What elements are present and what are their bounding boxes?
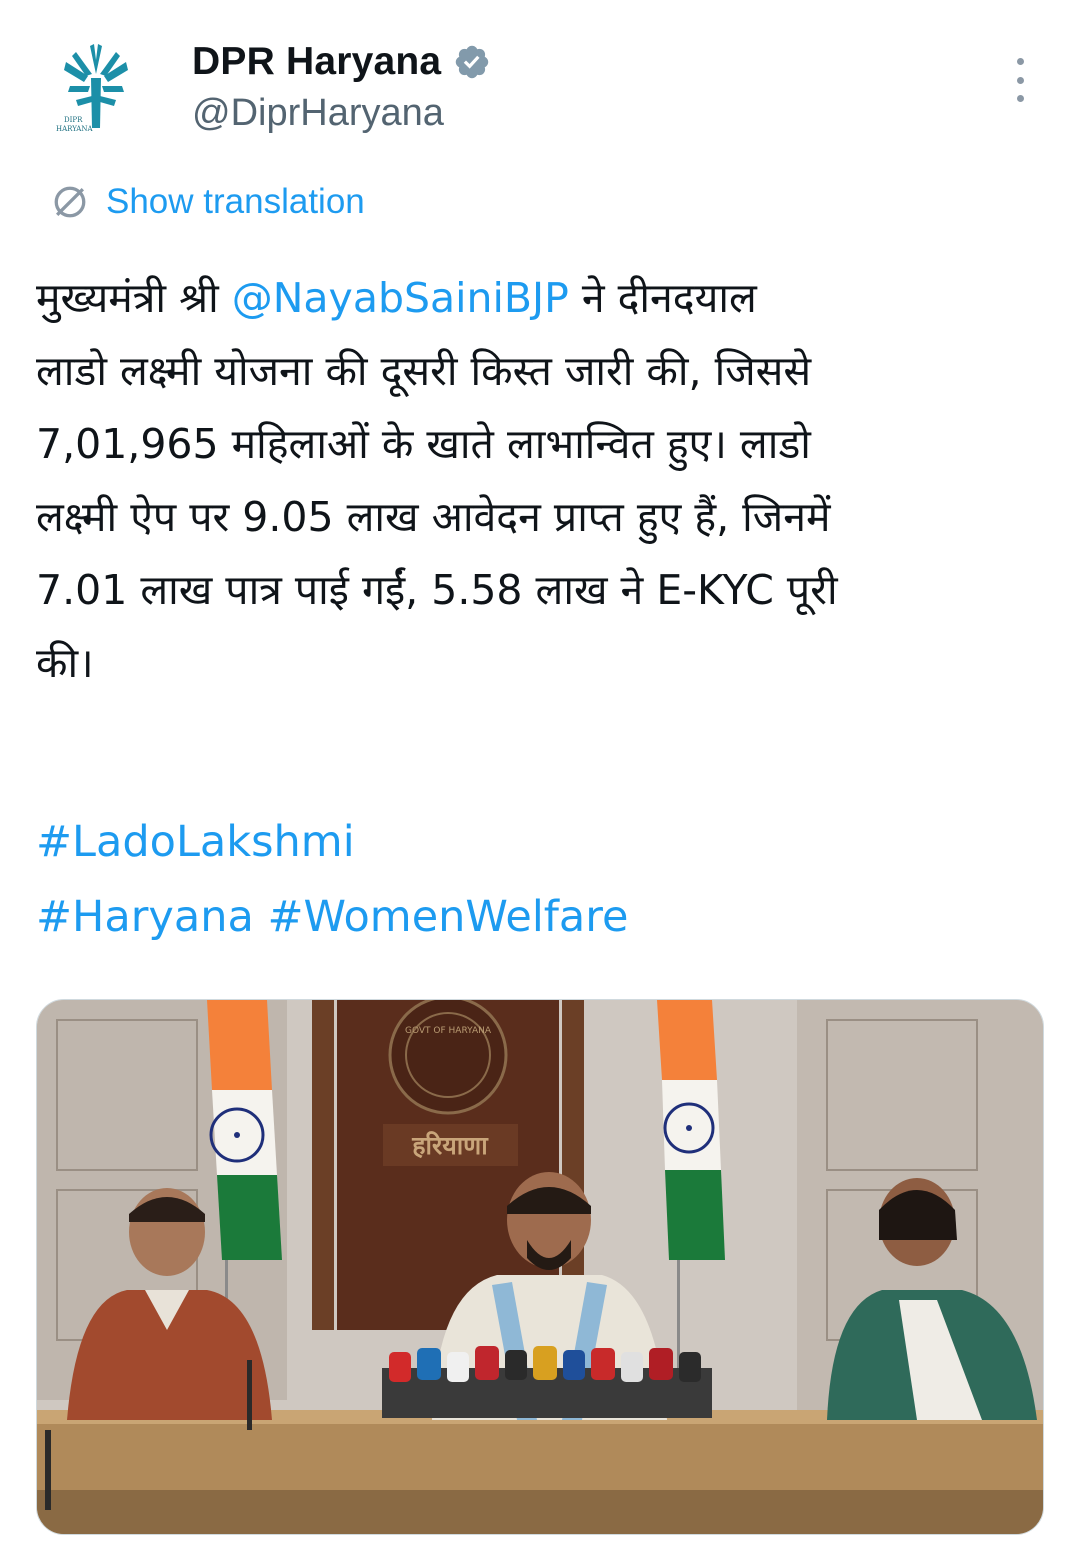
tweet-line: लक्ष्मी ऐप पर 9.05 लाख आवेदन प्राप्त हुए… [36,493,831,541]
tweet-line: की। [36,639,94,687]
hashtags: #LadoLakshmi #Haryana #WomenWelfare [36,805,628,955]
wall-sign-text: हरियाणा [411,1131,489,1160]
svg-text:HARYANA: HARYANA [56,125,93,133]
author-handle[interactable]: @DiprHaryana [192,92,444,135]
display-name[interactable]: DPR Haryana [192,40,441,84]
tweet-line: 7.01 लाख पात्र पाई गईं, 5.58 लाख ने E-KY… [36,566,838,614]
tweet-line: लाडो लक्ष्मी योजना की दूसरी किस्त जारी क… [36,347,812,395]
verified-badge-icon [456,45,489,79]
avatar[interactable]: DIPR HARYANA [36,30,156,150]
globe-translate-icon [54,186,86,218]
dipr-logo: DIPR HARYANA [36,30,156,150]
logo-text: DIPR [64,116,83,124]
show-translation-button[interactable]: Show translation [48,178,365,226]
press-conference-photo: GOVT OF HARYANA हरियाणा [37,1000,1043,1534]
tweet-line: 7,01,965 महिलाओं के खाते लाभान्वित हुए। … [36,420,811,468]
hashtag-link[interactable]: #Haryana [36,892,254,942]
show-translation-label: Show translation [106,182,365,221]
tweet-text: मुख्यमंत्री श्री @NayabSainiBJP ने दीनदय… [36,262,1046,700]
hashtag-link[interactable]: #LadoLakshmi [36,817,355,867]
author-name-row[interactable]: DPR Haryana [192,38,491,86]
emblem-text: GOVT OF HARYANA [405,1026,492,1036]
mention-link[interactable]: @NayabSainiBJP [232,274,569,322]
tweet-media-image[interactable]: GOVT OF HARYANA हरियाणा [36,999,1044,1535]
hashtag-link[interactable]: #WomenWelfare [267,892,628,942]
tweet-line: मुख्यमंत्री श्री @NayabSainiBJP ने दीनदय… [36,274,757,322]
more-options-icon[interactable] [1000,58,1040,102]
